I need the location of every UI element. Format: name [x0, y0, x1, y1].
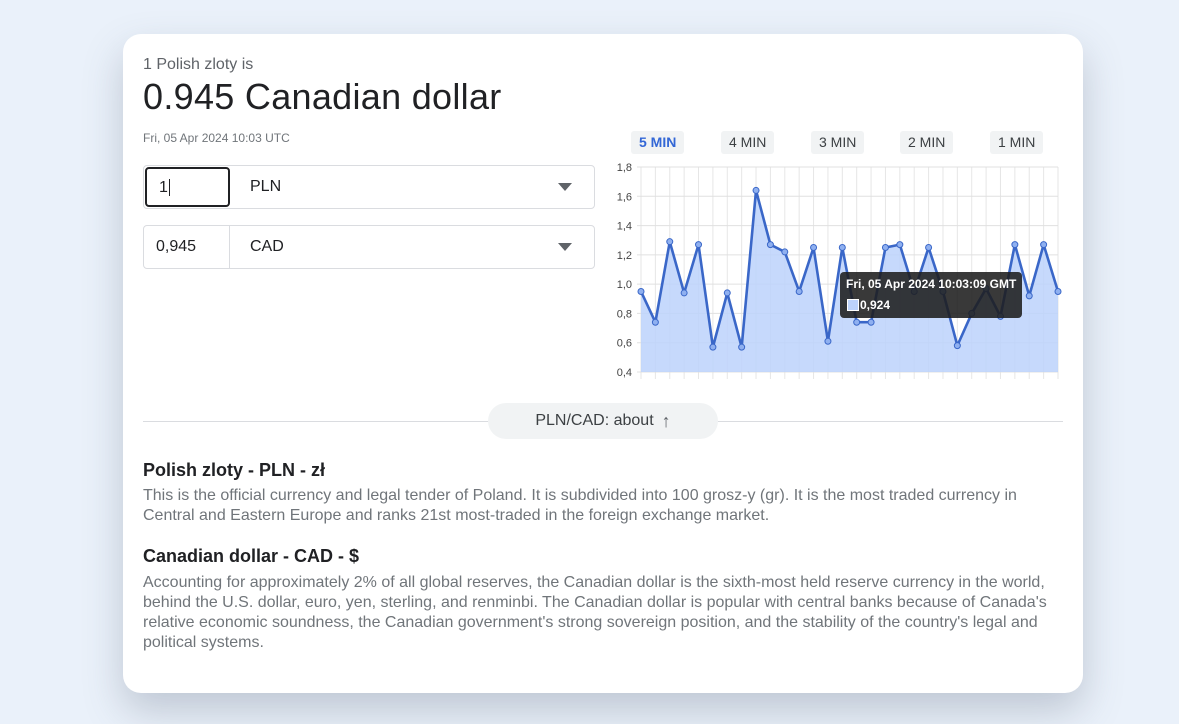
- section-heading: Polish zloty - PLN - zł: [143, 460, 326, 480]
- tab-5-min[interactable]: 5 MIN: [631, 131, 685, 154]
- data-point: [781, 248, 789, 256]
- data-point: [896, 241, 904, 249]
- section-text: This is the official currency and legal …: [143, 487, 1017, 524]
- conversion-subtitle: 1 Polish zloty is: [143, 56, 254, 73]
- data-point: [1011, 241, 1019, 249]
- data-point: [1054, 287, 1062, 295]
- data-point: [637, 287, 645, 295]
- to-currency-row: 0,945 CAD: [143, 225, 595, 269]
- section-text: Accounting for approximately 2% of all g…: [143, 574, 1047, 651]
- y-tick-label: 1,6: [617, 191, 632, 203]
- chart-tooltip: Fri, 05 Apr 2024 10:03:09 GMT 0,924: [840, 272, 1022, 318]
- data-point: [853, 318, 861, 326]
- tab-4-min[interactable]: 4 MIN: [721, 131, 775, 154]
- from-amount-input[interactable]: 1: [145, 167, 230, 207]
- data-point: [666, 238, 674, 246]
- y-tick-label: 0,4: [617, 367, 632, 379]
- chevron-down-icon[interactable]: [558, 243, 572, 251]
- text-cursor: [168, 179, 170, 197]
- converter-card: 1 Polish zloty is 0.945 Canadian dollar …: [123, 34, 1083, 693]
- data-point: [881, 244, 889, 252]
- data-point: [925, 244, 933, 252]
- data-point: [651, 318, 659, 326]
- data-point: [695, 241, 703, 249]
- y-tick-label: 0,8: [617, 308, 632, 320]
- tooltip-value: 0,924: [860, 298, 891, 312]
- conversion-result: 0.945 Canadian dollar: [143, 76, 502, 117]
- data-point: [752, 186, 760, 194]
- y-tick-label: 1,2: [617, 250, 632, 262]
- data-point: [1040, 241, 1048, 249]
- tab-1-min[interactable]: 1 MIN: [990, 131, 1044, 154]
- data-point: [723, 289, 731, 297]
- data-point: [795, 287, 803, 295]
- data-point: [867, 318, 875, 326]
- from-amount-value: 1: [159, 179, 168, 196]
- y-tick-label: 1,0: [617, 279, 632, 291]
- to-currency-select[interactable]: CAD: [250, 226, 284, 268]
- tab-2-min[interactable]: 2 MIN: [900, 131, 954, 154]
- from-currency-select[interactable]: PLN: [250, 166, 281, 208]
- data-point: [709, 343, 717, 351]
- data-point: [838, 244, 846, 252]
- timestamp: Fri, 05 Apr 2024 10:03 UTC: [143, 131, 290, 145]
- data-point: [824, 337, 832, 345]
- data-point: [810, 244, 818, 252]
- about-label: PLN/CAD: about: [535, 412, 654, 429]
- y-tick-label: 1,4: [617, 221, 632, 233]
- data-point: [953, 342, 961, 350]
- data-point: [680, 289, 688, 297]
- tooltip-title: Fri, 05 Apr 2024 10:03:09 GMT: [846, 277, 1017, 291]
- tab-3-min[interactable]: 3 MIN: [811, 131, 865, 154]
- arrow-up-icon: ↑: [661, 411, 671, 431]
- chevron-down-icon[interactable]: [558, 183, 572, 191]
- data-point: [766, 241, 774, 249]
- to-amount-input[interactable]: 0,945: [144, 226, 230, 268]
- about-button[interactable]: PLN/CAD: about ↑: [488, 403, 718, 439]
- tooltip-swatch: [847, 299, 859, 311]
- data-point: [1025, 292, 1033, 300]
- section-heading: Canadian dollar - CAD - $: [143, 546, 360, 566]
- y-tick-label: 1,8: [617, 162, 632, 174]
- data-point: [738, 343, 746, 351]
- from-currency-row: 1 PLN: [143, 165, 595, 209]
- y-tick-label: 0,6: [617, 338, 632, 350]
